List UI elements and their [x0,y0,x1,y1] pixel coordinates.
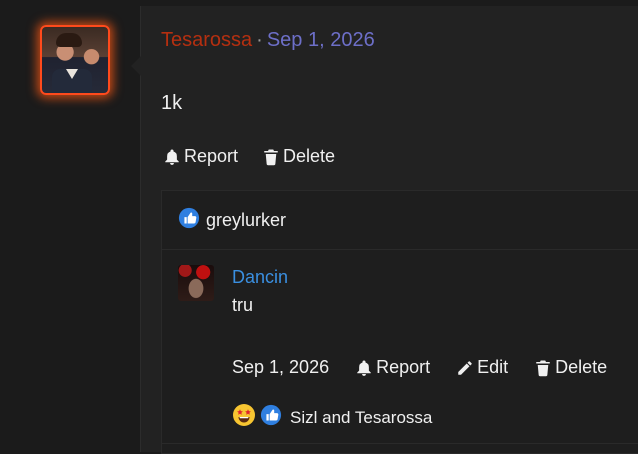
post-body: 1k [161,92,183,114]
bell-icon [355,359,373,377]
comment-actions: Sep 1, 2026 Report Edit Delete [232,357,607,378]
liker-name[interactable]: greylurker [206,210,286,231]
comment-delete-label: Delete [555,357,608,377]
comment-text: tru [232,295,254,315]
post-arrow [131,56,141,76]
likes-row: greylurker [178,207,286,234]
trash-icon [262,148,280,166]
author-avatar[interactable] [40,25,110,95]
thumbs-up-icon [178,207,200,234]
post-container: Tesarossa · Sep 1, 2026 1k Report Delete g… [131,6,638,454]
comments-section: greylurker Dancin tru Sep 1, 2026 Report… [161,190,638,454]
comment-avatar[interactable] [178,265,214,301]
report-button[interactable]: Report [163,146,238,167]
comment-edit-button[interactable]: Edit [456,357,508,378]
avatar-hair [56,33,82,47]
bell-icon [163,148,181,166]
post-header: Tesarossa · Sep 1, 2026 [161,29,375,52]
header-separator: · [256,29,263,51]
comment-reactions[interactable]: Sizl and Tesarossa [232,403,432,432]
post-date-link[interactable]: Sep 1, 2026 [267,29,375,51]
divider [162,443,638,444]
reaction-names[interactable]: Sizl and Tesarossa [290,408,432,428]
post-author-link[interactable]: Tesarossa [161,29,252,51]
comment-report-button[interactable]: Report [355,357,430,378]
comment-delete-button[interactable]: Delete [534,357,607,378]
divider [162,249,638,250]
comment-author-link[interactable]: Dancin [232,267,288,288]
post-sidebar [0,0,140,452]
comment-date[interactable]: Sep 1, 2026 [232,357,329,378]
comment-report-label: Report [376,357,431,377]
comment-edit-label: Edit [477,357,509,377]
report-label: Report [184,146,239,166]
delete-button[interactable]: Delete [262,146,335,167]
thumbs-up-icon [260,404,282,431]
post-actions: Report Delete [163,146,335,167]
trash-icon [534,359,552,377]
pencil-icon [456,359,474,377]
star-eyes-emoji-icon [232,403,256,432]
delete-label: Delete [283,146,336,166]
